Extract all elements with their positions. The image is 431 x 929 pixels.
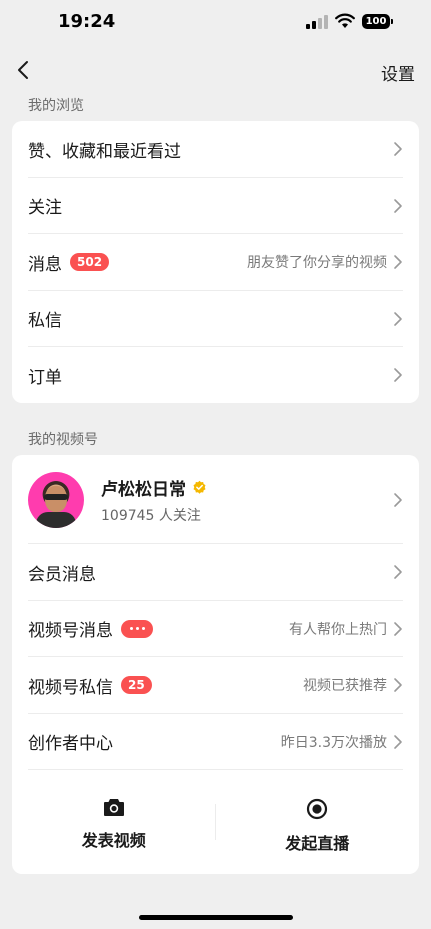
- row-creator-center[interactable]: 创作者中心 昨日3.3万次播放: [12, 714, 419, 771]
- row-detail: 昨日3.3万次播放: [280, 734, 387, 751]
- chevron-right-icon: [394, 734, 402, 749]
- private-message-count-badge: 25: [121, 676, 152, 695]
- nav-bar: 设置: [0, 50, 431, 90]
- post-video-button[interactable]: 发表视频: [12, 770, 216, 874]
- browse-section-header: 我的浏览: [28, 98, 84, 114]
- camera-icon: [103, 799, 124, 816]
- avatar: [28, 471, 84, 528]
- row-channel-messages[interactable]: 视频号消息 有人帮你上热门: [12, 601, 419, 658]
- channel-action-bar: 发表视频 发起直播: [12, 770, 419, 874]
- more-badge: [121, 619, 153, 638]
- row-likes-favorites-history[interactable]: 赞、收藏和最近看过: [12, 121, 419, 178]
- start-live-button[interactable]: 发起直播: [216, 770, 420, 874]
- row-label: 视频号私信: [28, 677, 113, 698]
- row-label: 订单: [28, 367, 62, 388]
- live-icon: [307, 798, 328, 820]
- chevron-right-icon: [394, 492, 402, 507]
- chevron-right-icon: [394, 621, 402, 636]
- row-label: 赞、收藏和最近看过: [28, 141, 181, 162]
- row-label: 视频号消息: [28, 621, 113, 642]
- channels-section-header: 我的视频号: [28, 432, 98, 448]
- channel-name: 卢松松日常: [101, 479, 186, 500]
- chevron-right-icon: [394, 368, 402, 383]
- settings-button[interactable]: 设置: [381, 60, 415, 85]
- chevron-right-icon: [394, 255, 402, 270]
- row-label: 会员消息: [28, 564, 96, 585]
- battery-icon: 100: [362, 14, 390, 29]
- row-following[interactable]: 关注: [12, 178, 419, 235]
- row-detail: 朋友赞了你分享的视频: [247, 255, 387, 272]
- chevron-right-icon: [394, 678, 402, 693]
- row-orders[interactable]: 订单: [12, 347, 419, 404]
- home-indicator: [139, 915, 293, 920]
- chevron-right-icon: [394, 142, 402, 157]
- action-label: 发起直播: [285, 834, 350, 853]
- channel-profile-row[interactable]: 卢松松日常 109745 人关注: [12, 455, 419, 544]
- browse-card: 赞、收藏和最近看过 关注 消息 502 朋友赞了你分享的视频 私信 订单: [12, 121, 419, 403]
- action-divider: [215, 804, 216, 840]
- chevron-left-icon: [18, 61, 28, 79]
- action-label: 发表视频: [81, 831, 146, 850]
- row-channel-private-messages[interactable]: 视频号私信 25 视频已获推荐: [12, 657, 419, 714]
- message-count-badge: 502: [70, 253, 110, 272]
- row-label: 消息: [28, 254, 62, 275]
- follower-count: 109745 人关注: [101, 507, 201, 524]
- status-time: 19:24: [58, 11, 116, 32]
- row-member-messages[interactable]: 会员消息: [12, 544, 419, 601]
- row-private-messages[interactable]: 私信: [12, 291, 419, 348]
- row-label: 关注: [28, 198, 62, 219]
- verified-badge-icon: [193, 480, 206, 494]
- row-messages[interactable]: 消息 502 朋友赞了你分享的视频: [12, 234, 419, 291]
- channels-card: 卢松松日常 109745 人关注 会员消息 视频号消息 有人帮你上热门 视频号私…: [12, 455, 419, 874]
- chevron-right-icon: [394, 311, 402, 326]
- chevron-right-icon: [394, 565, 402, 580]
- row-detail: 有人帮你上热门: [289, 621, 387, 638]
- row-label: 创作者中心: [28, 734, 113, 755]
- status-bar: 19:24 100: [0, 0, 431, 44]
- signal-icon: [306, 15, 328, 29]
- back-button[interactable]: [10, 56, 36, 84]
- row-label: 私信: [28, 311, 62, 332]
- battery-cap: [391, 19, 393, 24]
- wifi-icon: [335, 13, 355, 28]
- row-detail: 视频已获推荐: [303, 678, 387, 695]
- chevron-right-icon: [394, 198, 402, 213]
